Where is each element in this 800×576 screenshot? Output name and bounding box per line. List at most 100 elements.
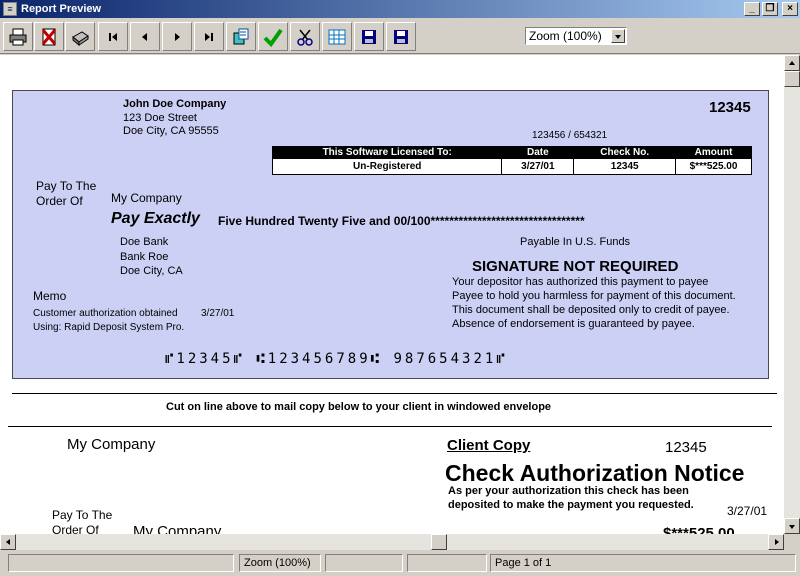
company-name: John Doe Company (123, 98, 227, 110)
client-copy-date: 3/27/01 (727, 504, 768, 518)
vertical-scroll-thumb[interactable] (784, 71, 800, 87)
floppy-disk-icon (362, 29, 376, 44)
scroll-up-button[interactable] (784, 55, 800, 71)
grid-view-button[interactable] (322, 22, 352, 51)
table-cell: 12345 (573, 158, 677, 175)
client-copy-label: Client Copy (447, 437, 531, 454)
table-cell: Un-Registered (271, 158, 503, 175)
report-viewport: John Doe Company 123 Doe Street Doe City… (0, 55, 784, 534)
print-button[interactable] (3, 22, 33, 51)
toolbar (0, 18, 800, 54)
status-bar: Zoom (100%) Page 1 of 1 (0, 552, 800, 576)
status-zoom: Zoom (100%) (239, 554, 321, 572)
export-icon (233, 28, 249, 44)
pay-exactly-label: Pay Exactly (111, 210, 200, 227)
maximize-button[interactable]: ❐ (762, 2, 778, 16)
payable-funds: Payable In U.S. Funds (520, 236, 631, 248)
cut-button[interactable] (290, 22, 320, 51)
bank-line2: Bank Roe (120, 251, 169, 263)
zoom-select[interactable]: Zoom (100%) (525, 27, 627, 45)
memo-label: Memo (33, 289, 67, 303)
client-copy-order-of: Order Of (52, 523, 99, 534)
table-row: Un-Registered 3/27/01 12345 $***525.00 (271, 158, 752, 175)
scroll-left-button[interactable] (0, 534, 16, 550)
cut-instructions: Cut on line above to mail copy below to … (166, 401, 552, 413)
previous-page-button[interactable] (130, 22, 160, 51)
scroll-corner (784, 534, 800, 550)
cut-line-divider (12, 393, 777, 394)
printer-setup-button[interactable] (65, 22, 95, 51)
save-as-button[interactable] (386, 22, 416, 51)
license-table: This Software Licensed To: Date Check No… (271, 146, 752, 175)
vertical-scrollbar[interactable] (784, 55, 800, 534)
floppy-disk-icon (394, 29, 408, 44)
cancel-print-button[interactable] (34, 22, 64, 51)
memo-date: 3/27/01 (201, 308, 235, 319)
company-address-line2: Doe City, CA 95555 (123, 125, 219, 137)
column-header: Amount (675, 146, 752, 159)
checkmark-icon (263, 28, 283, 47)
check-number: 12345 (709, 99, 751, 116)
last-page-icon (205, 32, 213, 41)
scissors-icon (297, 29, 313, 46)
micr-line: ⑈12345⑈ ⑆123456789⑆ 987654321⑈ (165, 351, 508, 367)
signature-not-required: SIGNATURE NOT REQUIRED (472, 258, 679, 275)
previous-page-icon (142, 32, 147, 41)
payee-name: My Company (111, 191, 182, 205)
client-copy-pay-to: Pay To The (52, 508, 113, 522)
minimize-button[interactable]: _ (744, 2, 760, 16)
memo-line1: Customer authorization obtained (33, 308, 178, 319)
horizontal-scrollbar[interactable] (0, 534, 784, 550)
routing-account: 123456 / 654321 (532, 130, 608, 141)
app-icon: ≡ (3, 2, 17, 16)
client-copy-amount: $***525.00 (663, 525, 735, 534)
first-page-button[interactable] (98, 22, 128, 51)
horizontal-scroll-thumb[interactable] (431, 534, 447, 550)
scroll-right-button[interactable] (768, 534, 784, 550)
arrow-down-icon (789, 525, 795, 529)
column-header: Date (501, 146, 575, 159)
column-header: This Software Licensed To: (271, 146, 503, 159)
amount-in-words: Five Hundred Twenty Five and 00/100*****… (218, 214, 585, 228)
client-copy-company: My Company (67, 436, 156, 453)
status-panel (325, 554, 403, 572)
license-table-header: This Software Licensed To: Date Check No… (271, 146, 752, 159)
accept-button[interactable] (258, 22, 288, 51)
arrow-up-icon (789, 61, 795, 65)
notice-title: Check Authorization Notice (445, 460, 745, 486)
pay-to-label: Pay To The (36, 179, 97, 193)
window-title: Report Preview (21, 3, 102, 15)
export-button[interactable] (226, 22, 256, 51)
scroll-down-button[interactable] (784, 518, 800, 534)
notice-text-line1: As per your authorization this check has… (448, 485, 689, 497)
printer-icon (9, 28, 27, 45)
save-button[interactable] (354, 22, 384, 51)
bank-name: Doe Bank (120, 236, 169, 248)
zoom-select-value: Zoom (100%) (529, 29, 602, 43)
check-panel: John Doe Company 123 Doe Street Doe City… (12, 90, 769, 379)
close-button[interactable]: × (782, 2, 798, 16)
last-page-button[interactable] (194, 22, 224, 51)
notice-line: Payee to hold you harmless for payment o… (452, 290, 736, 302)
window-controls: _ ❐ × (744, 2, 798, 16)
client-copy-payee: My Company (133, 523, 222, 534)
grid-icon (328, 29, 346, 44)
column-header: Check No. (573, 146, 677, 159)
chevron-down-icon[interactable] (611, 29, 625, 43)
memo-line2: Using: Rapid Deposit System Pro. (33, 322, 185, 333)
table-cell: 3/27/01 (501, 158, 575, 175)
next-page-button[interactable] (162, 22, 192, 51)
company-address-line1: 123 Doe Street (123, 112, 197, 124)
client-copy-check-number: 12345 (665, 439, 707, 456)
notice-line: This document shall be deposited only to… (452, 304, 730, 316)
arrow-left-icon (6, 539, 10, 545)
arrow-right-icon (775, 539, 779, 545)
table-cell: $***525.00 (675, 158, 752, 175)
status-panel (8, 554, 234, 572)
next-page-icon (175, 32, 180, 41)
status-panel (407, 554, 487, 572)
printer-setup-icon (72, 30, 89, 46)
title-bar: ≡ Report Preview _ ❐ × (0, 0, 800, 18)
order-of-label: Order Of (36, 194, 83, 208)
bank-city: Doe City, CA (120, 265, 183, 277)
